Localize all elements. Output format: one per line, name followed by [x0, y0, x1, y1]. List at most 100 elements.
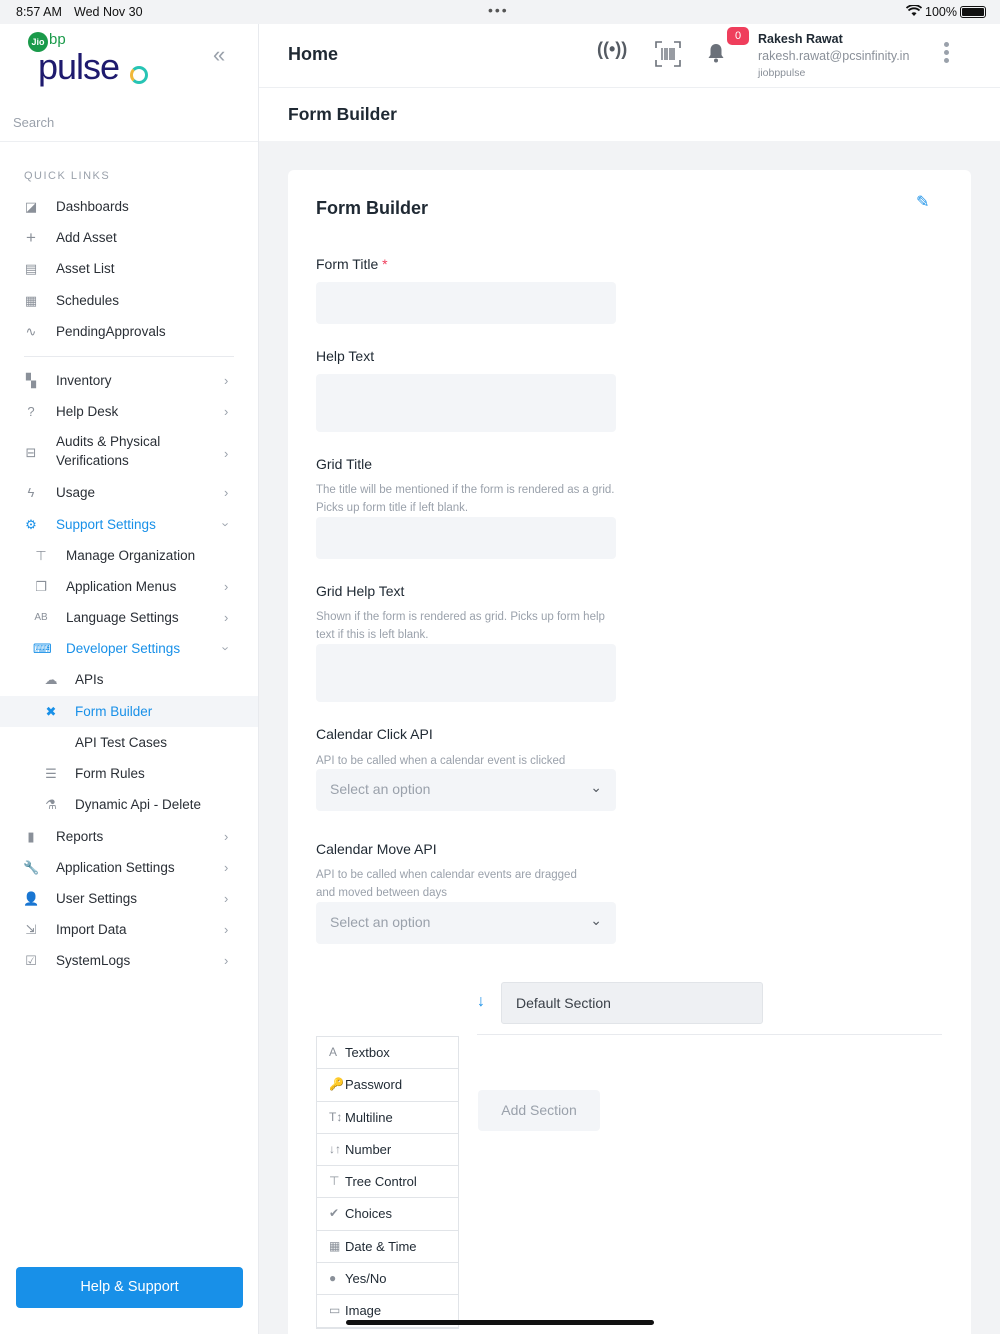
chevron-right-icon: ›: [224, 373, 229, 388]
sidebar-item-support-settings[interactable]: ⚙ Support Settings ›: [0, 509, 258, 540]
grid-title-input[interactable]: [316, 517, 616, 559]
select-placeholder: Select an option: [330, 781, 431, 797]
grid-help-text-input[interactable]: [316, 644, 616, 702]
copy-icon: ❐: [35, 578, 47, 594]
palette-item-label: Image: [345, 1303, 382, 1319]
default-section-tab[interactable]: Default Section: [501, 982, 763, 1024]
pencil-icon[interactable]: ✎: [916, 192, 929, 212]
help-text-input[interactable]: [316, 374, 616, 432]
chevron-right-icon: ›: [224, 953, 229, 968]
sidebar-item-label: Manage Organization: [66, 548, 196, 563]
logo-ring-icon: [130, 66, 148, 84]
arrow-down-icon[interactable]: ↓: [477, 993, 485, 1011]
card-title: Form Builder: [316, 198, 429, 218]
sidebar-item-dynamic-api-delete[interactable]: ⚗ Dynamic Api - Delete: [0, 789, 258, 820]
chevron-right-icon: ›: [224, 829, 229, 844]
palette-item-label: Multiline: [345, 1109, 393, 1125]
default-section-label: Default Section: [516, 995, 611, 1011]
collapse-sidebar-icon[interactable]: «: [213, 42, 225, 68]
sidebar-item-dashboards[interactable]: ◪ Dashboards: [0, 191, 258, 222]
palette-item-password[interactable]: 🔑 Password: [317, 1069, 458, 1102]
check-circle-icon: ✔: [329, 1206, 340, 1221]
user-name[interactable]: Rakesh Rawat: [758, 32, 843, 46]
text-height-icon: T↕: [329, 1109, 343, 1124]
sidebar-item-label-line2: Verifications: [56, 453, 129, 468]
clipboard-check-icon: ☑: [25, 952, 37, 968]
sidebar-item-reports[interactable]: ▮ Reports ›: [0, 821, 258, 852]
form-title-input[interactable]: [316, 282, 616, 324]
sidebar-search[interactable]: Search: [0, 108, 258, 142]
home-indicator[interactable]: [346, 1320, 654, 1325]
chevron-down-icon: ⌄: [590, 779, 602, 795]
palette-item-tree-control[interactable]: ⊤ Tree Control: [317, 1166, 458, 1199]
form-title-label-text: Form Title: [316, 256, 379, 272]
barcode-scan-icon[interactable]: [654, 40, 682, 73]
tools-icon: ✖: [45, 703, 57, 719]
text-icon: A: [329, 1045, 338, 1059]
sidebar-item-label: User Settings: [56, 891, 138, 906]
sidebar-item-language-settings[interactable]: AB Language Settings ›: [0, 602, 258, 633]
sidebar-item-label: Application Menus: [66, 579, 177, 594]
clipboard-icon: ▮: [27, 828, 35, 844]
sidebar-item-add-asset[interactable]: + Add Asset: [0, 222, 258, 253]
sidebar-divider: [24, 356, 234, 357]
calendar-move-api-select[interactable]: Select an option ⌄: [316, 902, 616, 944]
jiobp-pulse-logo[interactable]: Jio bp pulse: [28, 31, 158, 92]
calendar-move-api-label: Calendar Move API: [316, 841, 437, 857]
sidebar-item-audits[interactable]: ⊟ Audits & Physical Verifications ›: [0, 434, 258, 472]
palette-item-number[interactable]: ↓↑ Number: [317, 1134, 458, 1167]
signature-icon: ∿: [25, 323, 37, 339]
multitask-dots-icon[interactable]: •••: [488, 2, 509, 18]
sidebar-item-help-desk[interactable]: ? Help Desk ›: [0, 396, 258, 427]
sidebar-item-label: API Test Cases: [75, 735, 168, 750]
chevron-down-icon: ›: [218, 522, 234, 527]
sidebar-item-label: Developer Settings: [66, 641, 181, 656]
cogs-icon: ⚙: [25, 516, 37, 532]
palette-item-yes-no[interactable]: ● Yes/No: [317, 1263, 458, 1296]
grid-help-text-label: Grid Help Text: [316, 583, 405, 599]
sidebar-item-usage[interactable]: ϟ Usage ›: [0, 477, 258, 508]
sidebar-item-label: Reports: [56, 829, 104, 844]
help-support-button[interactable]: Help & Support: [16, 1267, 243, 1308]
sidebar-item-inventory[interactable]: ▚ Inventory ›: [0, 365, 258, 396]
palette-item-date-time[interactable]: ▦ Date & Time: [317, 1231, 458, 1264]
chevron-right-icon: ›: [224, 485, 229, 500]
sidebar-item-manage-organization[interactable]: ⊤ Manage Organization: [0, 540, 258, 571]
wifi-icon: [905, 4, 923, 20]
sidebar-item-apis[interactable]: ☁ APIs: [0, 664, 258, 695]
grid-title-help: The title will be mentioned if the form …: [316, 484, 615, 514]
dashboard-icon: ◪: [24, 198, 38, 214]
sidebar-item-developer-settings[interactable]: ⌨ Developer Settings ›: [0, 633, 258, 664]
more-options-icon[interactable]: [944, 42, 950, 66]
sidebar-item-asset-list[interactable]: ▤ Asset List: [0, 253, 258, 284]
search-input[interactable]: Search: [13, 115, 54, 130]
sidebar-item-api-test-cases[interactable]: API Test Cases: [0, 727, 258, 758]
question-circle-icon: ?: [27, 403, 35, 419]
page-title: Home: [288, 44, 339, 64]
sidebar-item-application-settings[interactable]: 🔧 Application Settings ›: [0, 852, 258, 883]
sidebar-item-pending-approvals[interactable]: ∿ PendingApprovals: [0, 316, 258, 347]
status-date: Wed Nov 30: [74, 5, 143, 19]
sidebar-item-form-builder[interactable]: ✖ Form Builder: [0, 696, 258, 727]
sidebar-item-system-logs[interactable]: ☑ SystemLogs ›: [0, 945, 258, 976]
sidebar-item-label: APIs: [75, 672, 104, 687]
file-import-icon: ⇲: [25, 921, 37, 937]
sidebar-item-import-data[interactable]: ⇲ Import Data ›: [0, 914, 258, 945]
calendar-click-api-select[interactable]: Select an option ⌄: [316, 769, 616, 811]
broadcast-icon[interactable]: ((•)): [597, 39, 627, 60]
bell-icon[interactable]: [707, 43, 725, 68]
palette-item-choices[interactable]: ✔ Choices: [317, 1198, 458, 1231]
add-section-button[interactable]: Add Section: [478, 1090, 600, 1131]
sidebar-item-form-rules[interactable]: ☰ Form Rules: [0, 758, 258, 789]
sidebar-item-label: Language Settings: [66, 610, 179, 625]
palette-item-multiline[interactable]: T↕ Multiline: [317, 1102, 458, 1134]
sidebar-item-user-settings[interactable]: 👤 User Settings ›: [0, 883, 258, 914]
sidebar-item-application-menus[interactable]: ❐ Application Menus ›: [0, 571, 258, 602]
sidebar-item-label: SystemLogs: [56, 953, 131, 968]
palette-item-textbox[interactable]: A Textbox: [317, 1037, 458, 1070]
sidebar-item-schedules[interactable]: ▦ Schedules: [0, 285, 258, 316]
grid-title-label: Grid Title: [316, 456, 373, 472]
sidebar-item-label: Application Settings: [56, 860, 175, 875]
top-header: Home ((•)) 0 Rakesh Rawat rakesh.rawat@p…: [259, 24, 1000, 88]
chevron-right-icon: ›: [224, 579, 229, 594]
